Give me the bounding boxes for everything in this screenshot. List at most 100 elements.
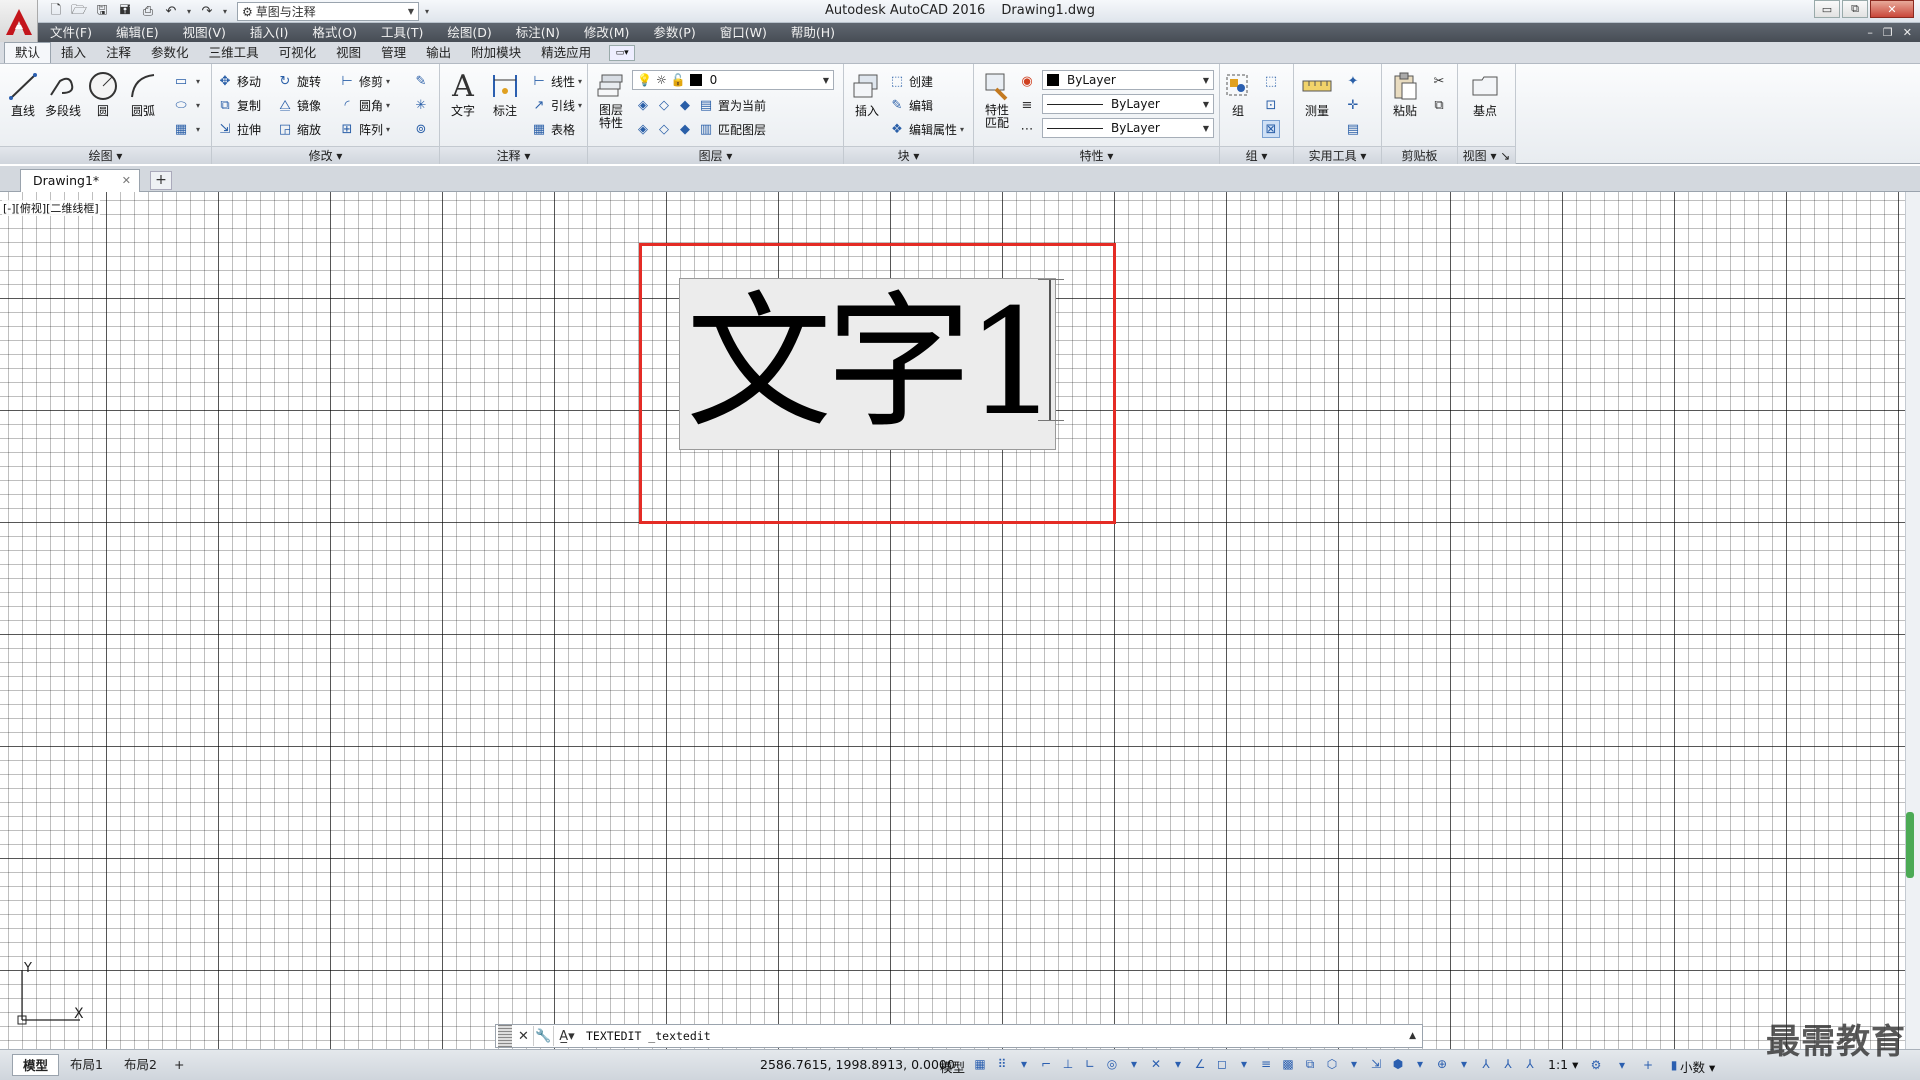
ortho-icon[interactable]: ∟	[1082, 1055, 1098, 1073]
layer-select[interactable]: 💡 ☼ 🔓 0 ▼	[632, 70, 834, 90]
gizmo-icon[interactable]: ⊕	[1434, 1055, 1450, 1073]
tab-view[interactable]: 视图	[326, 43, 371, 63]
lineweight-display-icon[interactable]: ≡	[1258, 1055, 1274, 1073]
grid-icon[interactable]: ▦	[972, 1055, 988, 1073]
group-button[interactable]: 组	[1220, 68, 1256, 118]
layer-properties-button[interactable]: 图层 特性	[590, 68, 632, 130]
new-tab-button[interactable]: +	[150, 171, 172, 190]
menu-file[interactable]: 文件(F)	[38, 23, 104, 42]
create-block-button[interactable]: ⬚ 创建	[888, 70, 933, 92]
chevron-down-icon[interactable]: ▾	[1170, 1055, 1186, 1073]
close-button[interactable]: ✕	[1870, 0, 1914, 18]
menu-draw[interactable]: 绘图(D)	[435, 23, 503, 42]
close-icon[interactable]: ✕	[122, 170, 131, 192]
application-menu-button[interactable]	[0, 0, 38, 42]
tab-featured-apps[interactable]: 精选应用	[531, 43, 601, 63]
set-current-button[interactable]: 置为当前	[718, 97, 766, 114]
units-select[interactable]: 小数 ▾	[1680, 1057, 1715, 1076]
infer-constraints-icon[interactable]: ⌐	[1038, 1055, 1054, 1073]
panel-groups-label[interactable]: 组 ▾	[1220, 146, 1293, 164]
chevron-up-icon[interactable]: ▲	[1409, 1031, 1416, 1041]
close-icon[interactable]: ✕	[514, 1026, 534, 1046]
panel-clipboard-label[interactable]: 剪贴板	[1382, 146, 1457, 164]
copy-clip-button[interactable]: ⧉	[1430, 94, 1451, 116]
navigation-bar-handle[interactable]	[1906, 812, 1914, 878]
id-point-button[interactable]: ✛	[1344, 94, 1365, 116]
ribbon-minimize-toggle-icon[interactable]: ▭▾	[609, 45, 636, 61]
menu-window[interactable]: 窗口(W)	[708, 23, 779, 42]
copy-button[interactable]: ⧉ 复制	[216, 94, 261, 116]
match-layer-button[interactable]: 匹配图层	[718, 121, 766, 138]
tab-manage[interactable]: 管理	[371, 43, 416, 63]
chevron-down-icon[interactable]: ▾	[1016, 1055, 1032, 1073]
scale-button[interactable]: ◲ 缩放	[276, 118, 321, 140]
erase-button[interactable]: ✎	[412, 70, 433, 92]
selection-cycling-icon[interactable]: ⧉	[1302, 1055, 1318, 1073]
panel-layers-label[interactable]: 图层 ▾	[588, 146, 843, 164]
vertical-scrollbar[interactable]	[1905, 192, 1920, 1049]
chevron-down-icon[interactable]: ▾	[1126, 1055, 1142, 1073]
menu-edit[interactable]: 编辑(E)	[104, 23, 171, 42]
chevron-down-icon[interactable]: ▾	[1346, 1055, 1362, 1073]
hatch-button[interactable]: ▦ ▾	[172, 118, 200, 140]
panel-annotation-label[interactable]: 注释 ▾	[440, 146, 587, 164]
paste-button[interactable]: 粘贴	[1384, 68, 1426, 118]
menu-help[interactable]: 帮助(H)	[779, 23, 847, 42]
object-snap-icon[interactable]: ◻	[1214, 1055, 1230, 1073]
doc-restore-button[interactable]: ❐	[1883, 26, 1893, 39]
color-select[interactable]: ByLayer ▼	[1042, 70, 1214, 90]
snap-icon[interactable]: ⠿	[994, 1055, 1010, 1073]
cut-button[interactable]: ✂	[1430, 70, 1451, 92]
gear-icon[interactable]: ⚙	[1588, 1056, 1604, 1074]
leader-button[interactable]: ↗ 引线 ▾	[530, 94, 582, 116]
menu-tools[interactable]: 工具(T)	[369, 23, 435, 42]
isometric-icon[interactable]: ✕	[1148, 1055, 1164, 1073]
annotation-visibility-icon[interactable]: ⅄	[1478, 1055, 1494, 1073]
doc-close-button[interactable]: ✕	[1903, 26, 1912, 39]
panel-modify-label[interactable]: 修改 ▾	[212, 146, 439, 164]
add-layout-button[interactable]: +	[168, 1054, 190, 1076]
panel-properties-label[interactable]: 特性 ▾	[974, 146, 1219, 164]
recent-commands-icon[interactable]: A̲▾	[554, 1026, 580, 1046]
tab-visualize[interactable]: 可视化	[269, 43, 327, 63]
array-button[interactable]: ⊞ 阵列 ▾	[338, 118, 390, 140]
ellipse-button[interactable]: ⬭ ▾	[172, 94, 200, 116]
edit-attributes-button[interactable]: ❖ 编辑属性 ▾	[888, 118, 964, 140]
match-properties-button[interactable]: 特性 匹配	[976, 68, 1018, 130]
calculator-button[interactable]: ▤	[1344, 118, 1365, 140]
lineweight-button[interactable]: ≡	[1018, 94, 1039, 116]
edit-block-button[interactable]: ✎ 编辑	[888, 94, 933, 116]
layer-freeze-icon[interactable]: ◆	[676, 96, 694, 114]
wrench-icon[interactable]: 🔧	[534, 1026, 554, 1046]
layer-off-icon[interactable]: ◈	[634, 96, 652, 114]
doc-minimize-button[interactable]: –	[1867, 26, 1873, 39]
layout-tab-2[interactable]: 布局2	[114, 1054, 167, 1076]
ungroup-button[interactable]: ⬚	[1262, 70, 1283, 92]
arc-button[interactable]: 圆弧	[122, 68, 164, 118]
object-snap-tracking-icon[interactable]: ∠	[1192, 1055, 1208, 1073]
drawing-canvas[interactable]: [-][俯视][二维线框] 文字1 Y X	[0, 192, 1905, 1049]
group-edit-button[interactable]: ⊡	[1262, 94, 1283, 116]
lineweight-select[interactable]: ByLayer ▼	[1042, 118, 1214, 138]
linetype-select[interactable]: ByLayer ▼	[1042, 94, 1214, 114]
tab-3d-tools[interactable]: 三维工具	[199, 43, 269, 63]
tab-addins[interactable]: 附加模块	[461, 43, 531, 63]
color-wheel-button[interactable]: ◉	[1018, 70, 1039, 92]
explode-button[interactable]: ✳	[412, 94, 433, 116]
menu-dimension[interactable]: 标注(N)	[504, 23, 572, 42]
text-button[interactable]: A 文字	[442, 68, 484, 119]
tab-annotate[interactable]: 注释	[96, 43, 141, 63]
menu-parametric[interactable]: 参数(P)	[641, 23, 707, 42]
panel-utilities-label[interactable]: 实用工具 ▾	[1294, 146, 1381, 164]
coordinate-readout[interactable]: 2586.7615, 1998.8913, 0.0000	[760, 1057, 955, 1072]
panel-view-label[interactable]: 视图 ▾ ↘	[1458, 146, 1515, 164]
linetype-button[interactable]: ⋯	[1018, 118, 1039, 140]
menu-view[interactable]: 视图(V)	[171, 23, 238, 42]
dynamic-ucs-icon[interactable]: ⇲	[1368, 1055, 1384, 1073]
annotation-scale-select[interactable]: 1:1 ▾	[1548, 1057, 1578, 1072]
panel-draw-label[interactable]: 绘图 ▾	[0, 146, 211, 164]
measure-button[interactable]: 测量	[1296, 68, 1338, 118]
tab-default[interactable]: 默认	[4, 42, 52, 63]
minimize-button[interactable]: ▭	[1814, 0, 1840, 18]
chevron-down-icon[interactable]: ▾	[1412, 1055, 1428, 1073]
